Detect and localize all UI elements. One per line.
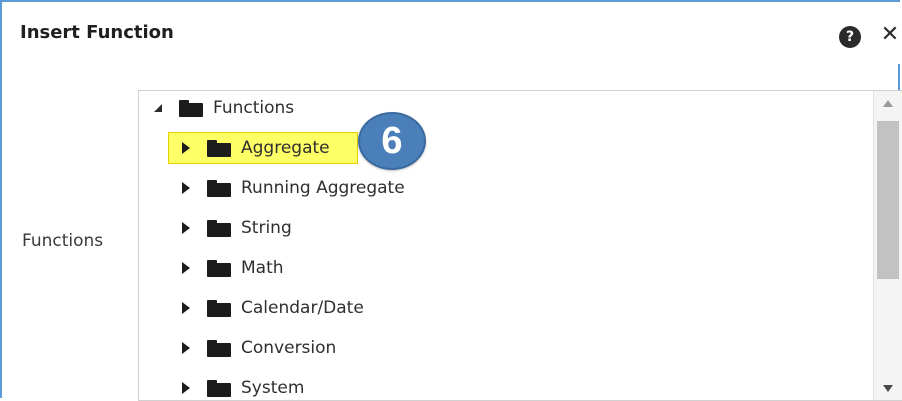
collapse-triangle-icon[interactable]: [151, 101, 165, 115]
scrollbar-thumb[interactable]: [877, 121, 899, 279]
functions-tree[interactable]: Functions Aggregate Running Aggregate St…: [138, 90, 902, 401]
tree-item-calendar-date[interactable]: Calendar/Date: [179, 293, 364, 323]
tree-item-label: System: [241, 378, 305, 398]
tree-item-label: Calendar/Date: [241, 298, 364, 318]
expand-triangle-icon[interactable]: [179, 301, 193, 315]
folder-icon: [207, 299, 231, 317]
expand-triangle-icon[interactable]: [179, 181, 193, 195]
tree-item-math[interactable]: Math: [179, 253, 284, 283]
expand-triangle-icon[interactable]: [179, 141, 193, 155]
dialog-title: Insert Function: [20, 22, 174, 43]
folder-icon: [207, 339, 231, 357]
help-icon[interactable]: ?: [839, 26, 861, 48]
tree-item-label: Aggregate: [241, 138, 330, 158]
functions-field-label: Functions: [22, 231, 104, 251]
scroll-down-arrow-icon[interactable]: [874, 376, 902, 400]
tree-root-functions[interactable]: Functions: [151, 93, 294, 123]
tree-item-system[interactable]: System: [179, 373, 305, 400]
folder-icon: [179, 99, 203, 117]
expand-triangle-icon[interactable]: [179, 261, 193, 275]
folder-icon: [207, 139, 231, 157]
folder-icon: [207, 179, 231, 197]
tree-item-label: Running Aggregate: [241, 178, 405, 198]
folder-icon: [207, 219, 231, 237]
tree-item-label: String: [241, 218, 292, 238]
close-icon[interactable]: ✕: [879, 24, 901, 46]
insert-function-dialog: Insert Function ? ✕ Functions Functions …: [0, 0, 902, 401]
expand-triangle-icon[interactable]: [179, 341, 193, 355]
expand-triangle-icon[interactable]: [179, 221, 193, 235]
scroll-up-arrow-icon[interactable]: [874, 91, 902, 115]
tree-item-running-aggregate[interactable]: Running Aggregate: [179, 173, 405, 203]
folder-icon: [207, 379, 231, 397]
tree-item-label: Math: [241, 258, 284, 278]
step-number-badge: 6: [358, 112, 426, 170]
folder-icon: [207, 259, 231, 277]
tree-item-label: Functions: [213, 98, 295, 118]
tree-item-string[interactable]: String: [179, 213, 292, 243]
expand-triangle-icon[interactable]: [179, 381, 193, 395]
tree-item-aggregate[interactable]: Aggregate: [168, 132, 358, 164]
tree-item-conversion[interactable]: Conversion: [179, 333, 336, 363]
tree-scrollbar[interactable]: [873, 91, 902, 400]
tree-item-label: Conversion: [241, 338, 337, 358]
